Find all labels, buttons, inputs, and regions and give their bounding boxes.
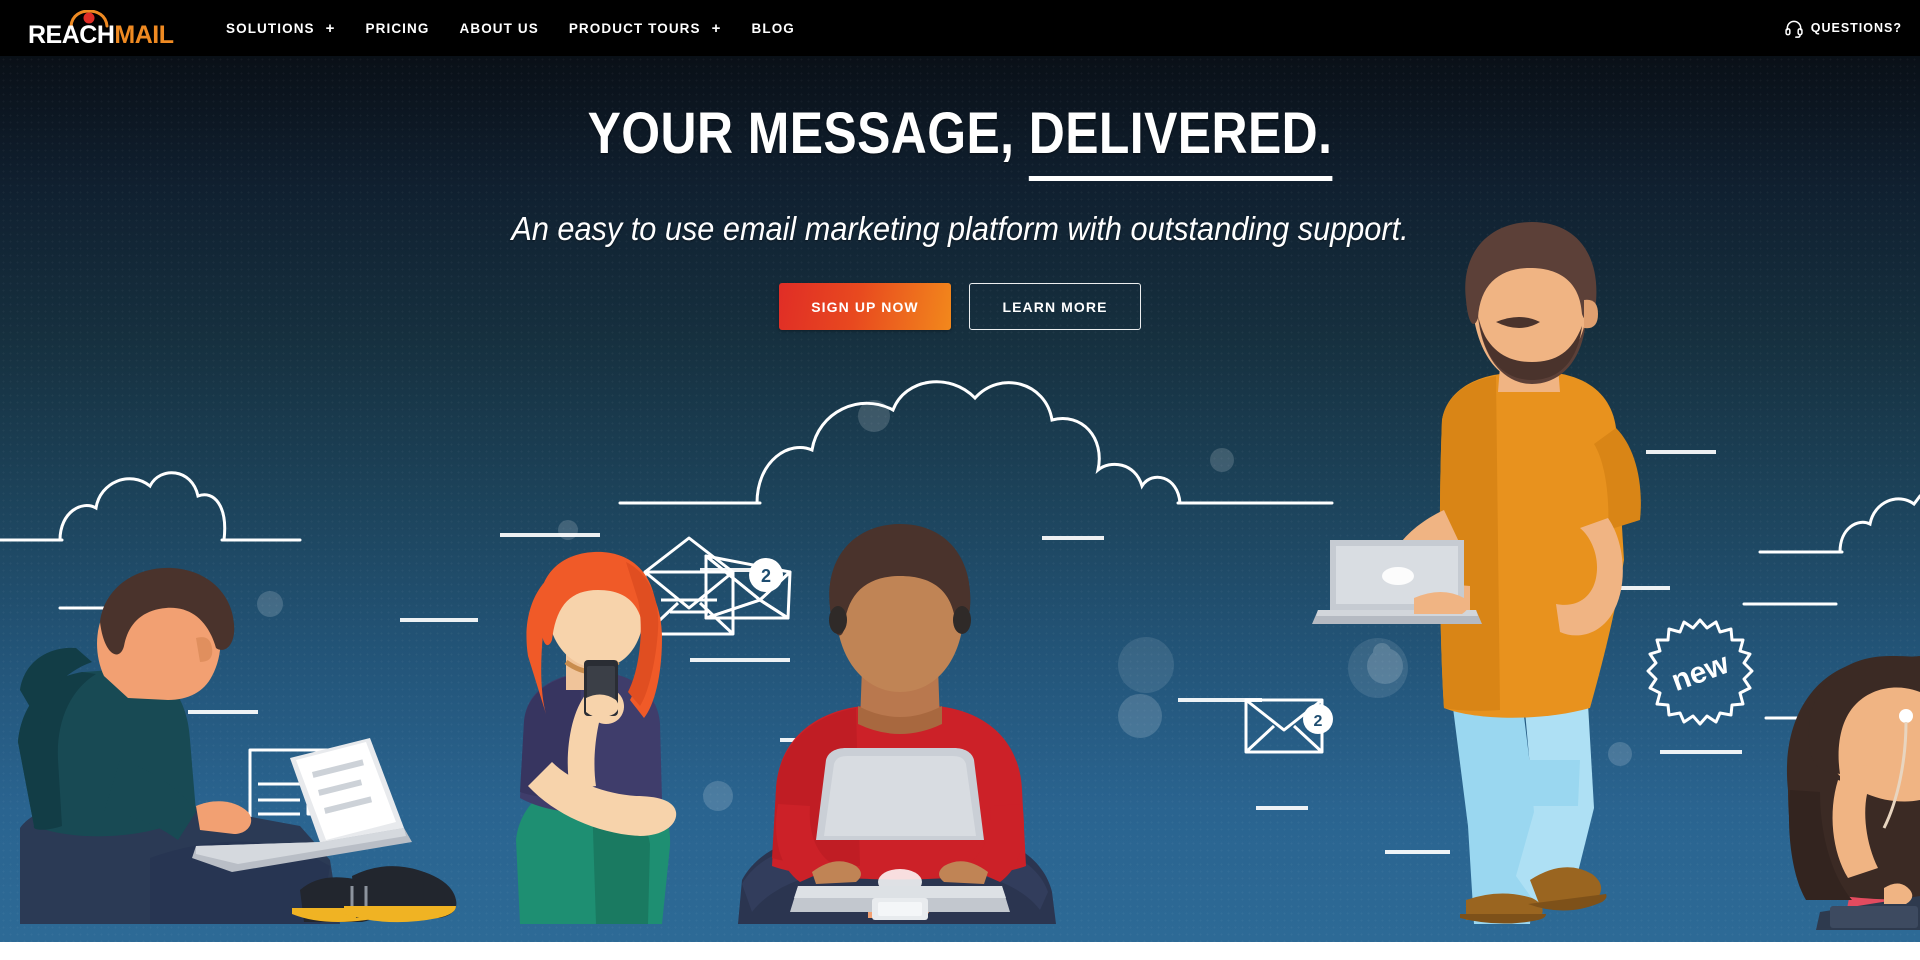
brand-name-part1: REACH xyxy=(28,21,115,49)
nav-item-label: SOLUTIONS xyxy=(226,20,315,36)
sign-up-now-button[interactable]: SIGN UP NOW xyxy=(779,283,951,330)
brand-logo-text: REACHMAIL xyxy=(28,21,174,50)
main-navigation: REACHMAIL SOLUTIONS + PRICING ABOUT US P… xyxy=(0,0,1920,56)
chevron-plus-icon: + xyxy=(325,19,336,37)
chevron-plus-icon: + xyxy=(711,19,722,37)
nav-item-blog[interactable]: BLOG xyxy=(737,0,810,56)
nav-item-about-us[interactable]: ABOUT US xyxy=(445,0,554,56)
brand-logo[interactable]: REACHMAIL xyxy=(28,8,174,49)
envelope-badge-count-2: 2 xyxy=(1314,713,1323,730)
headline-plain: YOUR MESSAGE, xyxy=(587,101,1029,166)
figure-seated-woman-tablet xyxy=(1786,656,1920,930)
headline-emphasis: DELIVERED. xyxy=(1028,101,1333,181)
page-subtitle: An easy to use email marketing platform … xyxy=(511,210,1409,247)
envelope-badge-count: 2 xyxy=(761,566,771,586)
nav-links: SOLUTIONS + PRICING ABOUT US PRODUCT TOU… xyxy=(211,0,810,56)
nav-item-product-tours[interactable]: PRODUCT TOURS + xyxy=(554,0,737,56)
cloud-center xyxy=(618,380,1334,505)
headset-icon xyxy=(1785,20,1803,38)
support-questions-label: QUESTIONS? xyxy=(1810,21,1902,35)
page-title: YOUR MESSAGE, DELIVERED. xyxy=(134,101,1785,181)
nav-item-solutions[interactable]: SOLUTIONS + xyxy=(211,0,351,56)
new-badge: new xyxy=(1646,618,1754,726)
nav-item-label: BLOG xyxy=(751,20,795,36)
envelope-group-left xyxy=(643,536,792,636)
nav-item-pricing[interactable]: PRICING xyxy=(351,0,445,56)
figure-seated-man-red xyxy=(738,524,1056,924)
nav-item-label: ABOUT US xyxy=(459,20,539,36)
ground-strip xyxy=(0,942,1920,960)
figure-seated-man-hoodie xyxy=(18,567,457,924)
figure-seated-woman-phone xyxy=(516,551,677,924)
nav-item-label: PRODUCT TOURS xyxy=(568,20,701,36)
nav-item-label: PRICING xyxy=(365,20,430,36)
learn-more-button[interactable]: LEARN MORE xyxy=(969,283,1141,330)
new-badge-label: new xyxy=(1667,647,1734,698)
support-questions-link[interactable]: QUESTIONS? xyxy=(1784,18,1902,38)
cta-row: SIGN UP NOW LEARN MORE xyxy=(0,283,1920,330)
page-root: 2 2 new YOUR MESSAGE, DELIVERED. An easy… xyxy=(0,0,1920,960)
brand-name-part2: MAIL xyxy=(114,21,174,49)
